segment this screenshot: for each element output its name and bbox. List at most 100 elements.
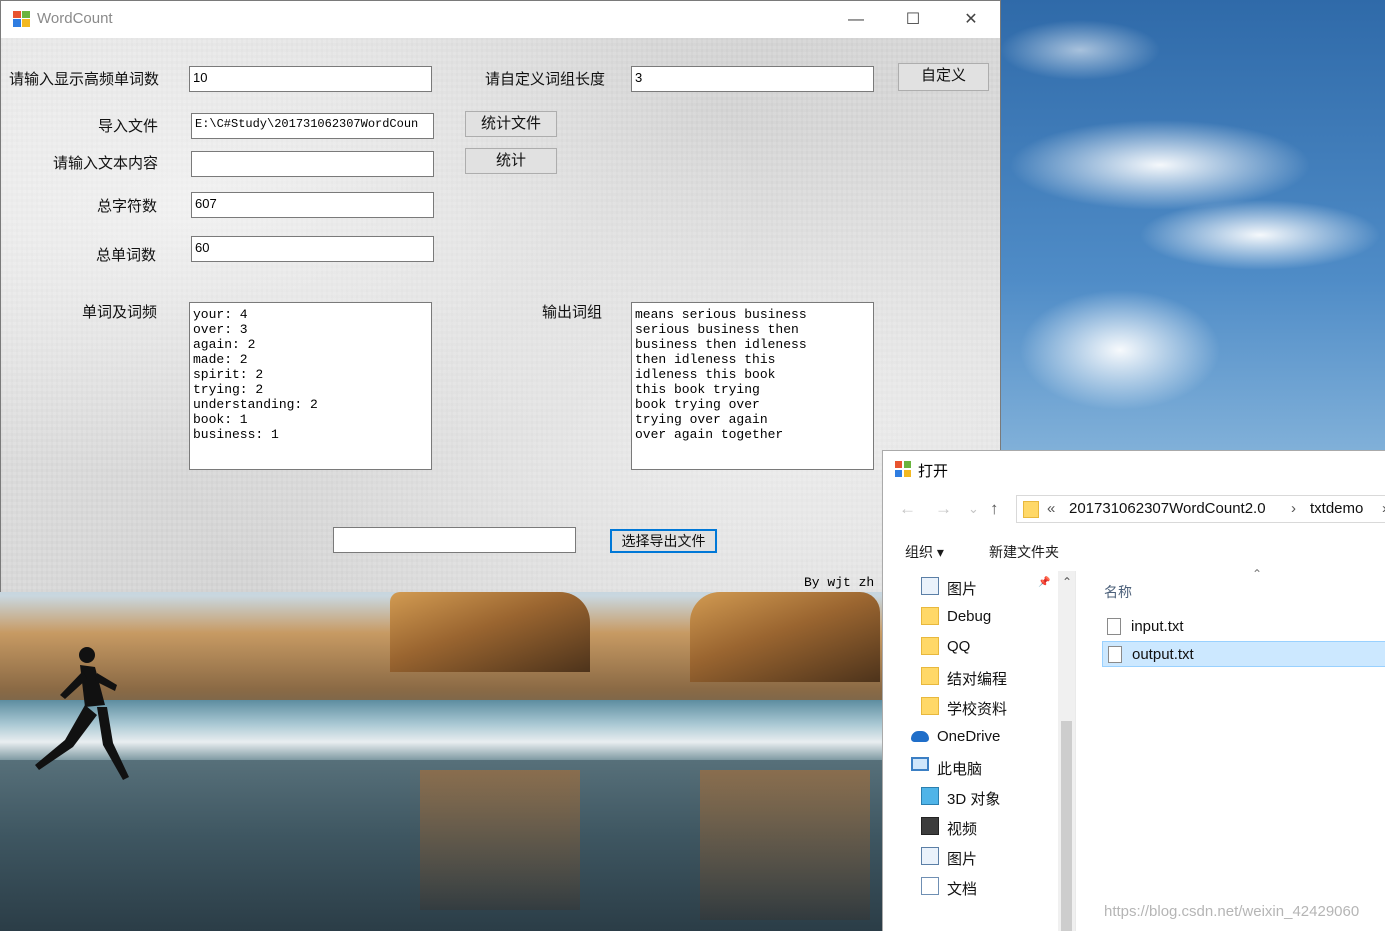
breadcrumb-separator-icon[interactable]: › [1291, 500, 1296, 517]
custom-button[interactable]: 自定义 [898, 63, 989, 91]
top-n-label: 请输入显示高频单词数 [9, 71, 160, 88]
word-frequency-line: understanding: 2 [193, 397, 318, 412]
total-words-label: 总单词数 [96, 247, 157, 264]
3d-objects-icon [921, 787, 939, 805]
window-title: WordCount [37, 10, 113, 27]
documents-icon [921, 877, 939, 895]
name-column-header[interactable]: 名称 [1104, 582, 1132, 602]
text-file-icon [1108, 646, 1122, 663]
phrase-line: serious business then [635, 322, 799, 337]
dialog-title: 打开 [918, 463, 949, 480]
folder-icon [921, 697, 939, 715]
close-button[interactable]: ✕ [942, 1, 1000, 38]
nav-item[interactable]: 学校资料 [921, 693, 1053, 721]
navigation-scrollbar[interactable] [1058, 571, 1075, 931]
back-arrow-icon[interactable]: ← [899, 499, 916, 519]
up-arrow-icon[interactable]: ↑ [990, 499, 999, 519]
nav-item[interactable]: QQ [921, 633, 1053, 661]
nav-item-label: 图片 [947, 851, 978, 868]
wordcount-titlebar[interactable]: WordCount — ☐ ✕ [1, 1, 1000, 38]
address-bar[interactable]: « 201731062307WordCount2.0 › txtdemo › [1016, 495, 1385, 523]
top-n-input[interactable]: 10 [189, 66, 432, 92]
nav-item-label: 视频 [947, 821, 978, 838]
dialog-titlebar[interactable]: 打开 [883, 451, 1385, 487]
open-file-dialog: 打开 ← → ⌄ ↑ « 201731062307WordCount2.0 › … [882, 450, 1385, 931]
nav-item-label: OneDrive [937, 728, 1001, 745]
nav-item[interactable]: OneDrive [911, 723, 1053, 751]
phrase-line: idleness this book [635, 367, 776, 382]
nav-item[interactable]: 视频 [921, 813, 1053, 841]
file-list: ⌃ 名称 input.txt output.txt [1075, 567, 1385, 931]
runner-silhouette [35, 647, 129, 780]
recent-locations-chevron-icon[interactable]: ⌄ [968, 501, 979, 517]
file-name: input.txt [1131, 618, 1184, 635]
nav-item[interactable]: 图片 [921, 573, 1053, 601]
choose-export-file-button[interactable]: 选择导出文件 [610, 529, 717, 553]
app-icon [895, 461, 911, 477]
word-frequency-textarea[interactable]: your: 4 over: 3 again: 2 made: 2 spirit: 2 tr… [189, 302, 432, 470]
phrase-line: over again together [635, 427, 784, 442]
file-name: output.txt [1132, 646, 1194, 663]
nav-item-label: 结对编程 [947, 671, 1008, 688]
nav-item-label: QQ [947, 638, 971, 655]
nav-item[interactable]: 3D 对象 [921, 783, 1053, 811]
folder-icon [921, 607, 939, 625]
phrase-length-label: 请自定义词组长度 [485, 71, 606, 88]
total-chars-label: 总字符数 [97, 198, 158, 215]
word-frequency-line: book: 1 [193, 412, 248, 427]
navigation-pane: 图片 Debug QQ 结对编程 学校资料 OneDrive 此电脑 3D 对象 视频 图片 文档 📌 [883, 571, 1058, 931]
minimize-button[interactable]: — [827, 1, 885, 38]
nav-item[interactable]: 文档 [921, 873, 1053, 901]
count-file-button[interactable]: 统计文件 [465, 111, 557, 137]
file-row[interactable]: output.txt [1102, 641, 1385, 667]
new-folder-button[interactable]: 新建文件夹 [989, 542, 1059, 562]
scrollbar-thumb[interactable] [1061, 721, 1072, 931]
count-button[interactable]: 统计 [465, 148, 557, 174]
videos-icon [921, 817, 939, 835]
output-phrases-textarea[interactable]: means serious business serious business t… [631, 302, 874, 470]
nav-item-label: 此电脑 [937, 761, 983, 778]
word-frequency-line: business: 1 [193, 427, 279, 442]
breadcrumb-part[interactable]: 201731062307WordCount2.0 [1069, 500, 1266, 517]
author-byline: By wjt zh [804, 575, 875, 590]
computer-icon [911, 757, 929, 771]
nav-item[interactable]: Debug [921, 603, 1053, 631]
breadcrumb-part[interactable]: txtdemo [1310, 500, 1363, 517]
phrase-line: trying over again [635, 412, 768, 427]
address-overflow-chevron[interactable]: « [1047, 500, 1055, 517]
wordcount-window: WordCount — ☐ ✕ 请输入显示高频单词数 10 请自定义词组长度 3… [0, 0, 1001, 592]
dialog-navigation-bar: ← → ⌄ ↑ « 201731062307WordCount2.0 › txt… [883, 487, 1385, 531]
import-file-path-input[interactable]: E:\C#Study\201731062307WordCoun [191, 113, 434, 139]
pictures-icon [921, 847, 939, 865]
output-phrases-label: 输出词组 [542, 304, 603, 321]
nav-item-label: 学校资料 [947, 701, 1008, 718]
total-words-field[interactable]: 60 [191, 236, 434, 262]
maximize-button[interactable]: ☐ [884, 1, 942, 38]
word-frequency-line: trying: 2 [193, 382, 264, 397]
scroll-up-arrow-icon[interactable]: ⌃ [1062, 575, 1072, 589]
export-path-field[interactable] [333, 527, 576, 553]
folder-icon [921, 637, 939, 655]
forward-arrow-icon[interactable]: → [935, 499, 952, 519]
folder-icon [1023, 501, 1039, 518]
input-text-label: 请输入文本内容 [53, 155, 159, 172]
nav-item[interactable]: 结对编程 [921, 663, 1053, 691]
sort-chevron-icon[interactable]: ⌃ [1252, 567, 1262, 581]
watermark: https://blog.csdn.net/weixin_42429060 [1104, 903, 1360, 920]
folder-icon [921, 667, 939, 685]
nav-item[interactable]: 此电脑 [911, 753, 1053, 781]
app-icon [13, 11, 30, 27]
input-text-field[interactable] [191, 151, 434, 177]
phrase-line: this book trying [635, 382, 760, 397]
file-row[interactable]: input.txt [1102, 614, 1385, 640]
pin-icon[interactable]: 📌 [1038, 577, 1050, 588]
word-frequency-line: made: 2 [193, 352, 248, 367]
total-chars-field[interactable]: 607 [191, 192, 434, 218]
organize-menu[interactable]: 组织 ▾ [905, 542, 944, 562]
nav-item[interactable]: 图片 [921, 843, 1053, 871]
onedrive-icon [911, 731, 929, 742]
phrase-line: book trying over [635, 397, 760, 412]
phrase-length-input[interactable]: 3 [631, 66, 874, 92]
word-frequency-line: spirit: 2 [193, 367, 264, 382]
phrase-line: then idleness this [635, 352, 776, 367]
